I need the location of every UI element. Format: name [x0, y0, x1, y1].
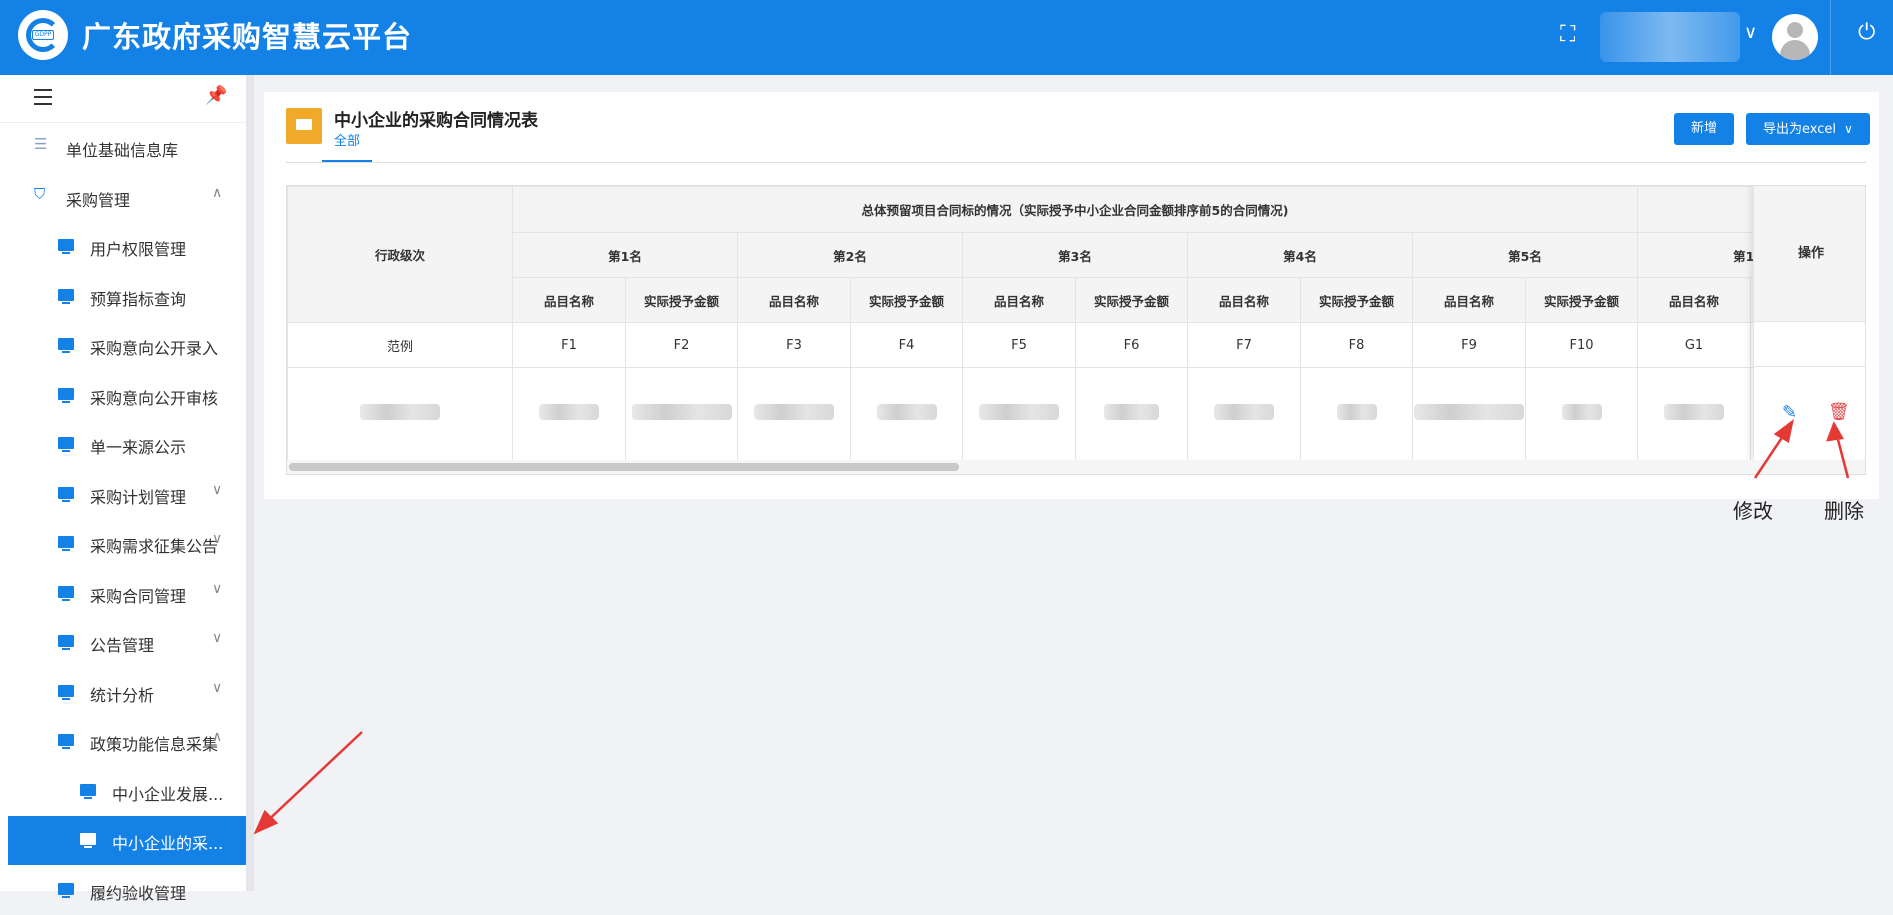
annotation-arrows: [253, 419, 1850, 835]
